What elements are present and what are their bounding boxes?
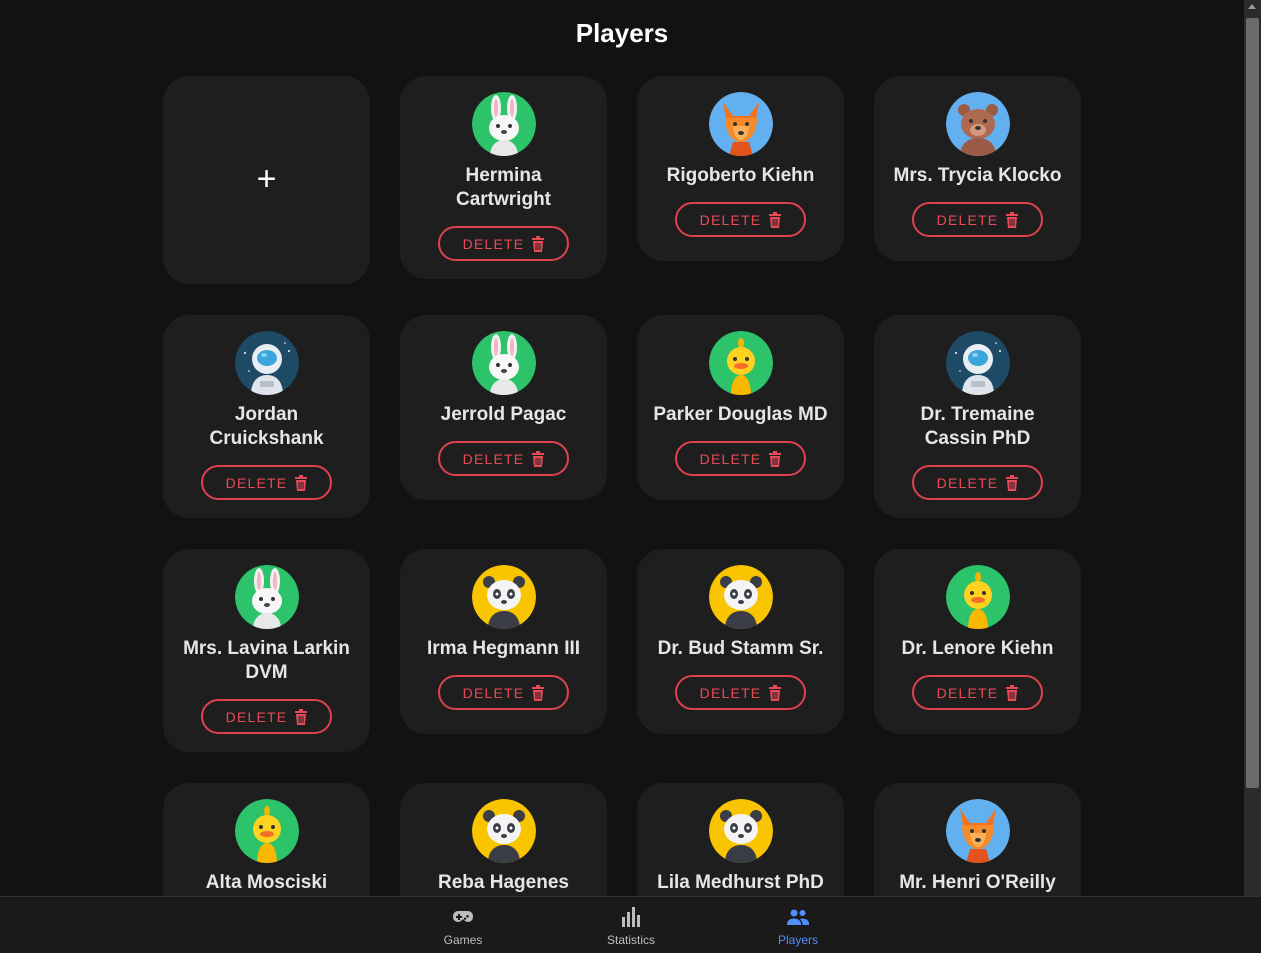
- delete-player-button[interactable]: DELETE: [201, 465, 332, 500]
- add-player-card[interactable]: +: [163, 76, 370, 284]
- delete-button-label: DELETE: [936, 474, 999, 491]
- player-name: Mr. Henri O'Reilly: [899, 872, 1056, 893]
- players-grid: + Hermina Cartwright DELETE Rigoberto Kieh…: [163, 76, 1083, 896]
- nav-label-statistics: Statistics: [606, 933, 655, 947]
- player-name: Parker Douglas MD: [653, 404, 828, 425]
- scrollbar-thumb[interactable]: [1246, 18, 1259, 788]
- trash-icon: [769, 450, 782, 467]
- delete-player-button[interactable]: DELETE: [438, 441, 569, 476]
- player-card: Mrs. Lavina Larkin DVM DELETE: [163, 549, 370, 752]
- delete-player-button[interactable]: DELETE: [438, 226, 569, 261]
- player-name: Dr. Bud Stamm Sr.: [657, 638, 824, 659]
- delete-player-button[interactable]: DELETE: [675, 202, 806, 237]
- delete-button-label: DELETE: [462, 684, 525, 701]
- nav-item-games[interactable]: Games: [403, 905, 523, 947]
- delete-player-button[interactable]: DELETE: [912, 465, 1043, 500]
- delete-button-label: DELETE: [699, 450, 762, 467]
- player-card: Irma Hegmann III DELETE: [400, 549, 607, 734]
- duck-avatar-icon: [708, 331, 773, 395]
- player-card: Lila Medhurst PhDDELETE: [637, 783, 844, 896]
- delete-button-label: DELETE: [936, 684, 999, 701]
- player-card: Dr. Tremaine Cassin PhD DELETE: [874, 315, 1081, 518]
- delete-player-button[interactable]: DELETE: [912, 202, 1043, 237]
- player-card: Reba HagenesDELETE: [400, 783, 607, 896]
- page-title: Players: [575, 18, 669, 48]
- nav-label-players: Players: [777, 933, 818, 947]
- delete-player-button[interactable]: DELETE: [201, 699, 332, 734]
- player-name: Irma Hegmann III: [426, 638, 581, 659]
- delete-button-label: DELETE: [225, 474, 288, 491]
- panda-avatar-icon: [708, 799, 773, 863]
- delete-button-label: DELETE: [462, 235, 525, 252]
- trash-icon: [769, 211, 782, 228]
- plus-icon: +: [256, 160, 277, 198]
- player-card: Dr. Bud Stamm Sr. DELETE: [637, 549, 844, 734]
- astronaut-avatar-icon: [945, 331, 1010, 395]
- trash-icon: [532, 450, 545, 467]
- player-name: Jordan Cruickshank: [209, 404, 324, 449]
- panda-avatar-icon: [471, 799, 536, 863]
- trash-icon: [295, 708, 308, 725]
- delete-button-label: DELETE: [699, 684, 762, 701]
- scroll-up-arrow-icon[interactable]: [1248, 4, 1256, 9]
- rabbit-avatar-icon: [471, 92, 536, 156]
- fox-avatar-icon: [708, 92, 773, 156]
- bear-avatar-icon: [945, 92, 1010, 156]
- player-name: Alta Mosciski: [205, 872, 328, 893]
- delete-button-label: DELETE: [225, 708, 288, 725]
- delete-player-button[interactable]: DELETE: [675, 441, 806, 476]
- delete-button-label: DELETE: [699, 211, 762, 228]
- player-card: Jordan Cruickshank DELETE: [163, 315, 370, 518]
- player-name: Reba Hagenes: [438, 872, 569, 893]
- trash-icon: [532, 684, 545, 701]
- delete-player-button[interactable]: DELETE: [438, 675, 569, 710]
- nav-item-statistics[interactable]: Statistics: [571, 905, 691, 947]
- player-card: Jerrold Pagac DELETE: [400, 315, 607, 500]
- player-card: Parker Douglas MD DELETE: [637, 315, 844, 500]
- app-root: Players + Hermina Cartwright DELETE Rigobe…: [0, 0, 1261, 953]
- trash-icon: [532, 235, 545, 252]
- delete-button-label: DELETE: [462, 450, 525, 467]
- player-card: Hermina Cartwright DELETE: [400, 76, 607, 279]
- player-card: Rigoberto Kiehn DELETE: [637, 76, 844, 261]
- astronaut-avatar-icon: [234, 331, 299, 395]
- player-name: Mrs. Lavina Larkin DVM: [183, 638, 350, 683]
- trash-icon: [295, 474, 308, 491]
- nav-label-games: Games: [443, 933, 483, 947]
- trash-icon: [1006, 684, 1019, 701]
- player-card: Dr. Lenore Kiehn DELETE: [874, 549, 1081, 734]
- player-card: Mrs. Trycia Klocko DELETE: [874, 76, 1081, 261]
- player-name: Lila Medhurst PhD: [657, 872, 824, 893]
- player-name: Rigoberto Kiehn: [666, 165, 815, 186]
- rabbit-avatar-icon: [471, 331, 536, 395]
- panda-avatar-icon: [708, 565, 773, 629]
- vertical-scrollbar[interactable]: [1244, 0, 1261, 896]
- player-card: Alta MosciskiDELETE: [163, 783, 370, 896]
- player-name: Jerrold Pagac: [440, 404, 567, 425]
- trash-icon: [769, 684, 782, 701]
- trash-icon: [1006, 211, 1019, 228]
- people-icon: [787, 909, 809, 925]
- trash-icon: [1006, 474, 1019, 491]
- player-name: Dr. Tremaine Cassin PhD: [920, 404, 1035, 449]
- player-name: Mrs. Trycia Klocko: [893, 165, 1062, 186]
- panda-avatar-icon: [471, 565, 536, 629]
- duck-avatar-icon: [945, 565, 1010, 629]
- duck-avatar-icon: [234, 799, 299, 863]
- players-scroll-area[interactable]: Players + Hermina Cartwright DELETE Rigobe…: [0, 0, 1244, 896]
- player-name: Dr. Lenore Kiehn: [901, 638, 1054, 659]
- nav-item-players[interactable]: Players: [738, 905, 858, 947]
- bar-chart-icon: [622, 907, 640, 927]
- delete-player-button[interactable]: DELETE: [912, 675, 1043, 710]
- gamepad-icon: [453, 911, 473, 922]
- player-card: Mr. Henri O'ReillyDELETE: [874, 783, 1081, 896]
- fox-avatar-icon: [945, 799, 1010, 863]
- rabbit-avatar-icon: [234, 565, 299, 629]
- player-name: Hermina Cartwright: [456, 165, 551, 210]
- bottom-navigation: Games Statistics Players: [0, 896, 1261, 953]
- delete-player-button[interactable]: DELETE: [675, 675, 806, 710]
- delete-button-label: DELETE: [936, 211, 999, 228]
